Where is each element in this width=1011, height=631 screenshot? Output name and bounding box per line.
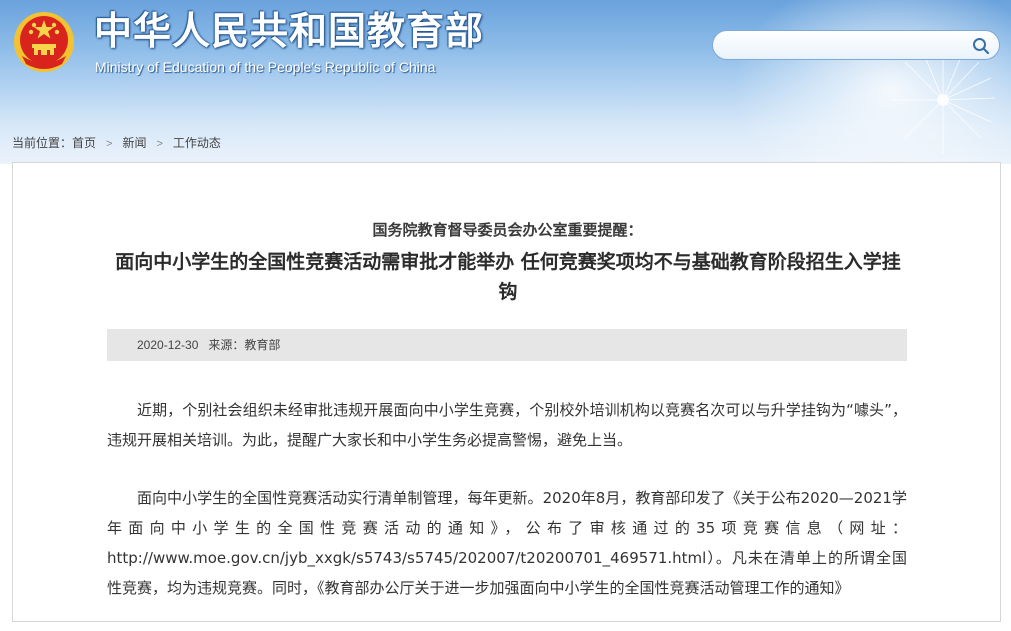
breadcrumb-home-link[interactable]: 首页 [72, 136, 96, 150]
article-paragraph: 面向中小学生的全国性竞赛活动实行清单制管理，每年更新。2020年8月，教育部印发… [107, 489, 907, 597]
site-header: 中华人民共和国教育部 Ministry of Education of the … [0, 0, 1011, 164]
chevron-right-icon: > [106, 138, 113, 150]
article-body: 近期，个别社会组织未经审批违规开展面向中小学生竞赛，个别校外培训机构以竞赛名次可… [107, 395, 907, 631]
national-emblem-icon [14, 12, 74, 72]
breadcrumb-prefix: 当前位置： [12, 136, 73, 150]
article-paragraph: 近期，个别社会组织未经审批违规开展面向中小学生竞赛，个别校外培训机构以竞赛名次可… [107, 401, 907, 449]
article-headline: 面向中小学生的全国性竞赛活动需审批才能举办 任何竞赛奖项均不与基础教育阶段招生入… [115, 251, 901, 303]
article-date: 2020-12-30 [137, 338, 199, 352]
article-kicker: 国务院教育督导委员会办公室重要提醒： [372, 221, 643, 239]
site-subtitle: Ministry of Education of the People's Re… [95, 59, 436, 75]
breadcrumb-news-link[interactable]: 新闻 [122, 136, 146, 150]
breadcrumb: 当前位置：首页 > 新闻 > 工作动态 [12, 134, 221, 151]
breadcrumb-work-news-link[interactable]: 工作动态 [173, 136, 221, 150]
chevron-right-icon: > [156, 138, 163, 150]
article-panel: 国务院教育督导委员会办公室重要提醒： 面向中小学生的全国性竞赛活动需审批才能举办… [12, 162, 1001, 622]
search-icon[interactable] [971, 36, 991, 56]
article-meta-bar: 2020-12-30 来源：教育部 [107, 329, 907, 361]
article-source: 来源：教育部 [208, 338, 281, 352]
search-input[interactable] [727, 36, 971, 56]
site-title: 中华人民共和国教育部 [94, 9, 485, 53]
search-box [712, 30, 1000, 60]
